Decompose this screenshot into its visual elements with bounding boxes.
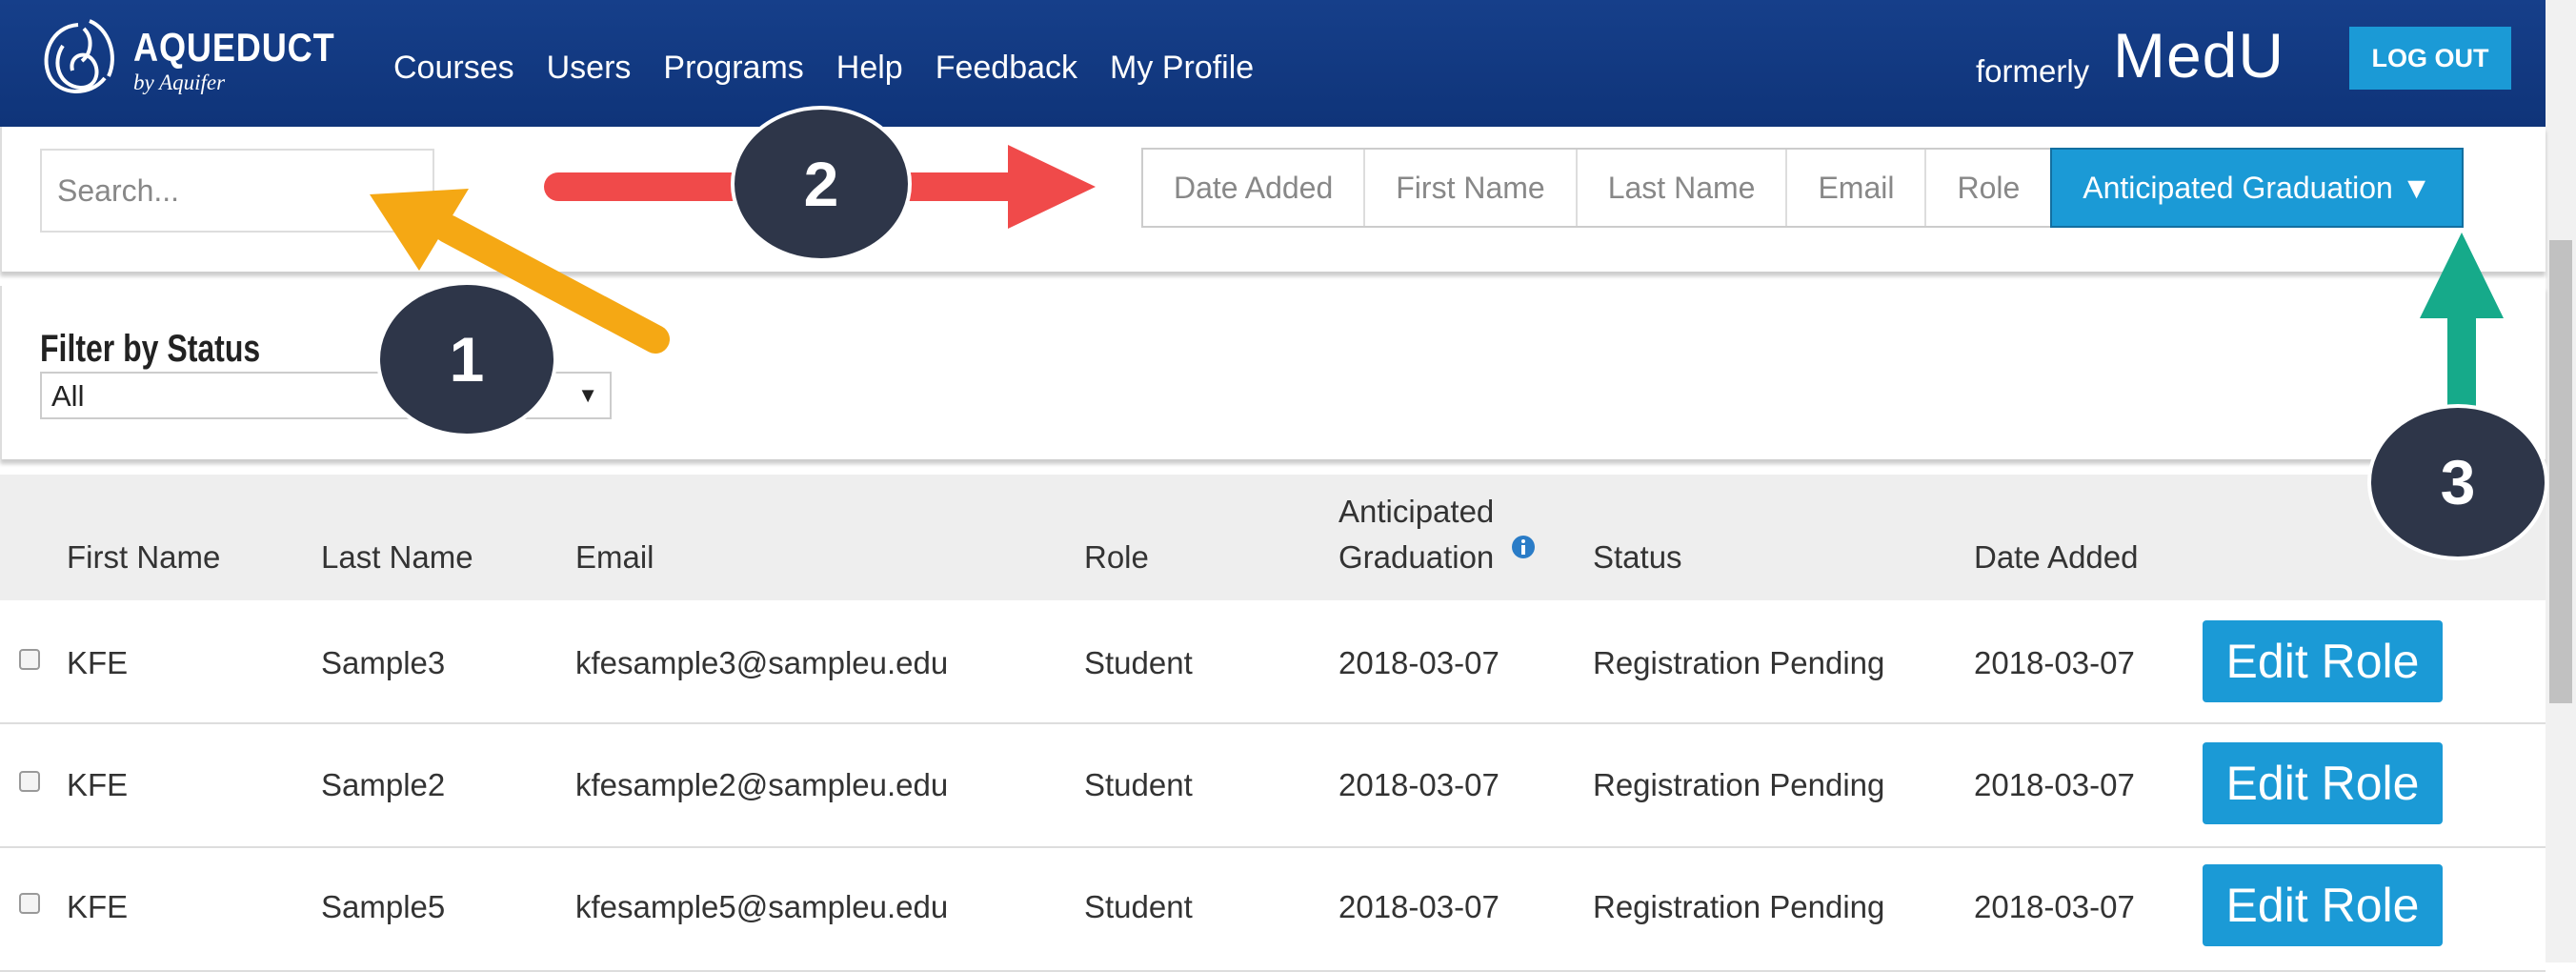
- cell-role: Student: [1084, 889, 1193, 924]
- chevron-down-icon: ▼: [577, 383, 598, 407]
- nav-item-courses[interactable]: Courses: [393, 50, 514, 87]
- cell-first-name: KFE: [67, 767, 129, 802]
- cell-last-name: Sample5: [321, 889, 446, 924]
- edit-role-button[interactable]: Edit Role: [2203, 742, 2443, 824]
- row-select-checkbox[interactable]: [19, 893, 40, 914]
- top-navigation-bar: AQUEDUCT by Aquifer Courses Users Progra…: [0, 0, 2546, 127]
- column-header-anticipated[interactable]: Anticipated: [1338, 494, 1494, 530]
- search-input[interactable]: [40, 149, 434, 233]
- cell-role: Student: [1084, 767, 1193, 802]
- nav-item-feedback[interactable]: Feedback: [936, 50, 1077, 87]
- cell-anticipated-graduation: 2018-03-07: [1338, 889, 1499, 924]
- column-header-last-name[interactable]: Last Name: [321, 539, 473, 576]
- sort-email-button[interactable]: Email: [1787, 150, 1927, 226]
- cell-first-name: KFE: [67, 889, 129, 924]
- formerly-label: formerly: [1976, 53, 2090, 89]
- nav-item-users[interactable]: Users: [547, 50, 632, 87]
- cell-status: Registration Pending: [1593, 645, 1885, 680]
- logout-button[interactable]: LOG OUT: [2349, 27, 2511, 90]
- column-header-date-added[interactable]: Date Added: [1974, 539, 2138, 576]
- cell-status: Registration Pending: [1593, 767, 1885, 802]
- cell-last-name: Sample3: [321, 645, 446, 680]
- cell-date-added: 2018-03-07: [1974, 767, 2135, 802]
- edit-role-button[interactable]: Edit Role: [2203, 620, 2443, 702]
- former-brand-name: MedU: [2113, 20, 2285, 91]
- users-table-header: [0, 475, 2546, 602]
- cell-status: Registration Pending: [1593, 889, 1885, 924]
- info-icon[interactable]: [1511, 535, 1536, 559]
- sort-date-added-button[interactable]: Date Added: [1143, 150, 1366, 226]
- cell-email: kfesample3@sampleu.edu: [575, 645, 949, 680]
- row-select-checkbox[interactable]: [19, 771, 40, 792]
- sort-role-button[interactable]: Role: [1926, 150, 2053, 226]
- cell-anticipated-graduation: 2018-03-07: [1338, 645, 1499, 680]
- cell-date-added: 2018-03-07: [1974, 645, 2135, 680]
- cell-date-added: 2018-03-07: [1974, 889, 2135, 924]
- cell-first-name: KFE: [67, 645, 129, 680]
- edit-role-button[interactable]: Edit Role: [2203, 864, 2443, 946]
- cell-email: kfesample2@sampleu.edu: [575, 767, 949, 802]
- nav-item-help[interactable]: Help: [836, 50, 903, 87]
- brand-subtitle: by Aquifer: [133, 71, 226, 94]
- cell-last-name: Sample2: [321, 767, 446, 802]
- cell-role: Student: [1084, 645, 1193, 680]
- column-header-first-name[interactable]: First Name: [67, 539, 220, 576]
- status-filter-value: All: [51, 379, 85, 413]
- status-filter-select[interactable]: All ▼: [40, 372, 612, 419]
- nav-item-my-profile[interactable]: My Profile: [1110, 50, 1254, 87]
- filter-by-status-label: Filter by Status: [40, 328, 261, 370]
- main-nav: Courses Users Programs Help Feedback My …: [393, 50, 1286, 87]
- sort-first-name-button[interactable]: First Name: [1365, 150, 1578, 226]
- aqueduct-logo-icon: [44, 19, 114, 93]
- sort-anticipated-graduation-button[interactable]: Anticipated Graduation ▼: [2050, 148, 2465, 228]
- column-header-status[interactable]: Status: [1593, 539, 1682, 576]
- column-header-graduation[interactable]: Graduation: [1338, 539, 1494, 576]
- column-header-email[interactable]: Email: [575, 539, 654, 576]
- sort-button-group: Date Added First Name Last Name Email Ro…: [1141, 148, 2465, 228]
- cell-anticipated-graduation: 2018-03-07: [1338, 767, 1499, 802]
- brand-name: AQUEDUCT: [133, 25, 335, 70]
- column-header-role[interactable]: Role: [1084, 539, 1149, 576]
- cell-email: kfesample5@sampleu.edu: [575, 889, 949, 924]
- page-scrollbar-thumb[interactable]: [2549, 240, 2572, 703]
- nav-item-programs[interactable]: Programs: [663, 50, 803, 87]
- sort-last-name-button[interactable]: Last Name: [1578, 150, 1788, 226]
- row-select-checkbox[interactable]: [19, 649, 40, 670]
